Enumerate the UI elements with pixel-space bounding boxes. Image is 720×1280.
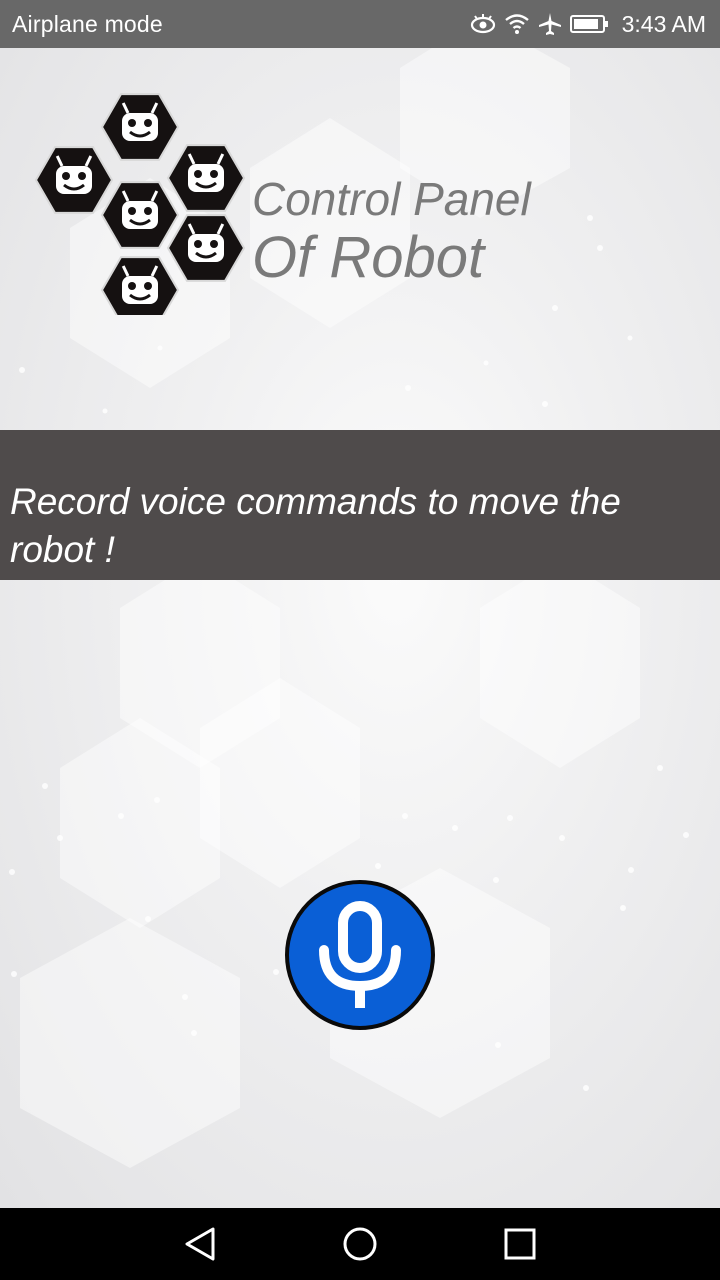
status-bar: Airplane mode 3:43 AM	[0, 0, 720, 48]
title-line-2: Of Robot	[252, 225, 485, 290]
recent-apps-icon	[504, 1228, 536, 1260]
airplane-mode-label: Airplane mode	[12, 10, 163, 37]
navigation-bar	[0, 1208, 720, 1280]
title-line-1: Control Panel	[252, 173, 531, 225]
airplane-icon	[538, 12, 562, 36]
recent-apps-button[interactable]	[500, 1226, 540, 1262]
instruction-banner: Record voice commands to move the robot …	[0, 430, 720, 580]
eye-icon	[470, 13, 496, 35]
clock: 3:43 AM	[621, 10, 706, 37]
microphone-icon	[319, 901, 401, 1008]
robot-hexagon-logo-icon	[34, 90, 254, 324]
wifi-icon	[504, 13, 530, 35]
home-icon	[343, 1227, 377, 1261]
back-icon	[185, 1227, 215, 1261]
battery-icon	[569, 14, 610, 34]
record-voice-button[interactable]	[285, 880, 435, 1030]
status-icons: 3:43 AM	[470, 11, 706, 38]
main-screen: Control Panel Of Robot Record voice comm…	[0, 48, 720, 1208]
back-button[interactable]	[180, 1226, 220, 1262]
home-button[interactable]	[340, 1226, 380, 1262]
instruction-text: Record voice commands to move the robot …	[10, 481, 621, 570]
